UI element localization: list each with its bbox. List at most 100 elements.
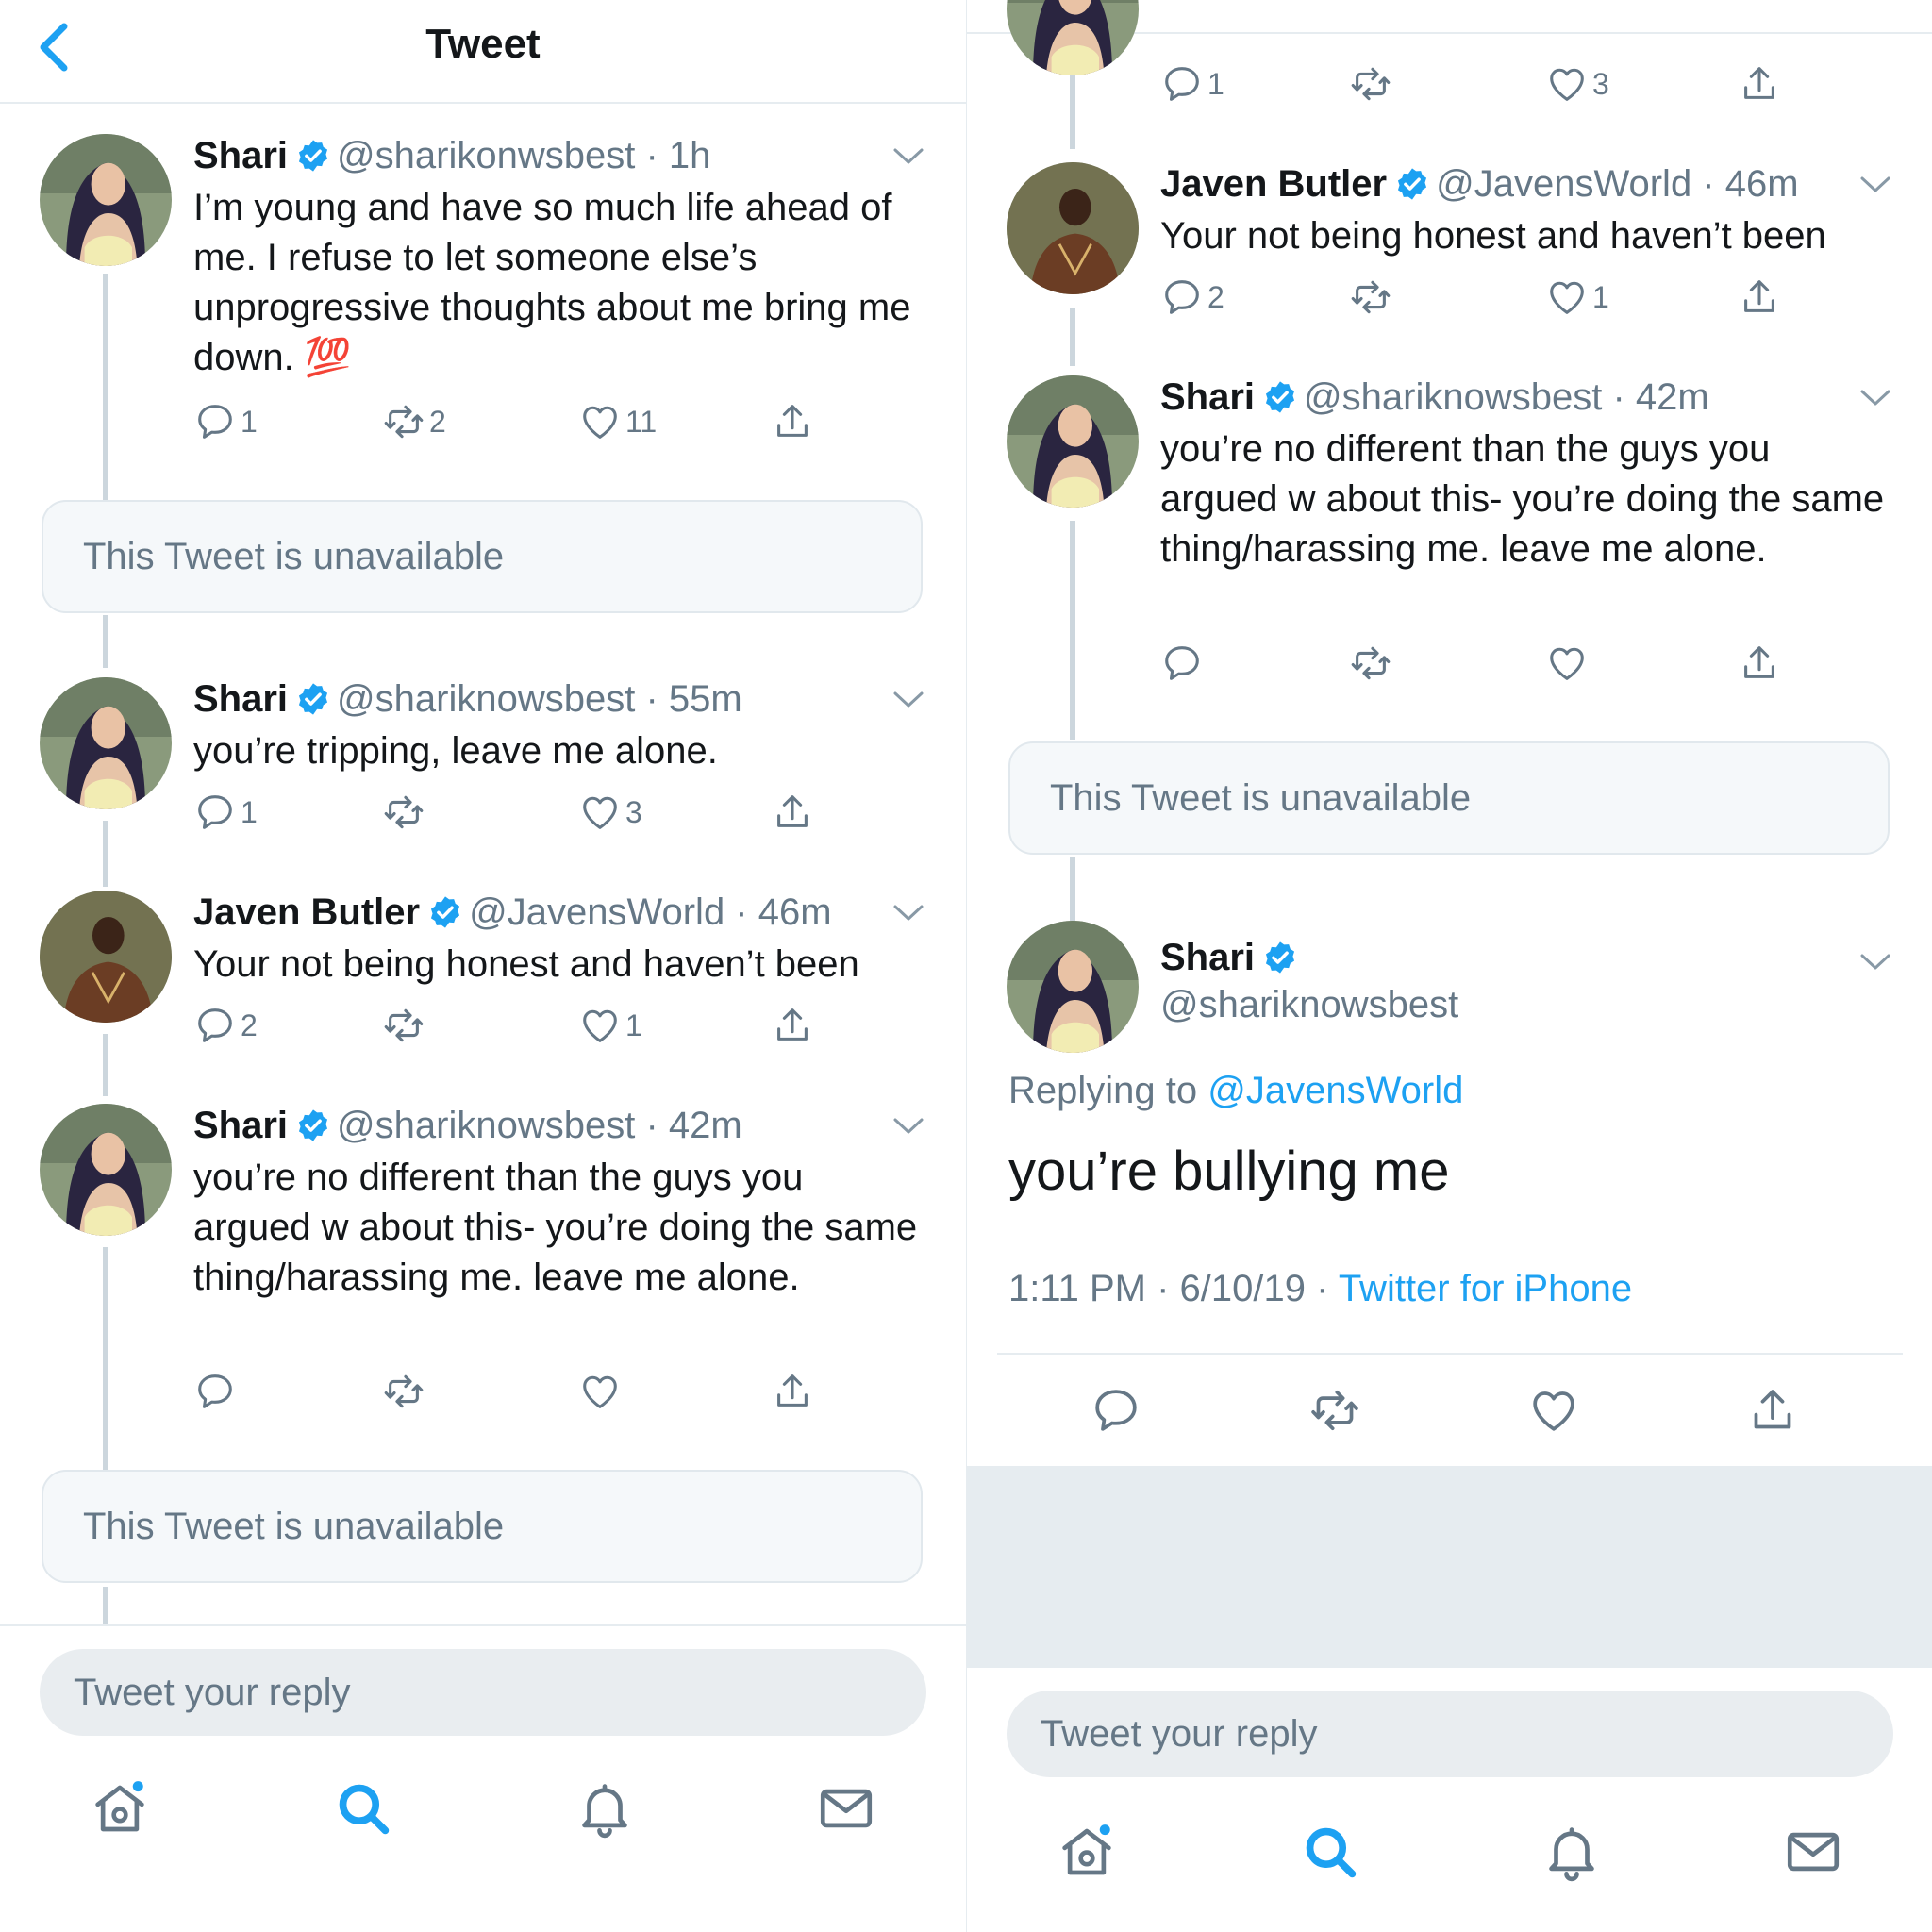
separator-dot: · (635, 1105, 669, 1146)
display-name[interactable]: Shari (1160, 376, 1255, 418)
like-icon (578, 791, 622, 834)
tweet-text: I’m young and have so much life ahead of… (193, 187, 911, 378)
share-button[interactable] (1738, 640, 1781, 687)
handle[interactable]: @JavensWorld (469, 891, 724, 933)
tweet[interactable]: Shari @shariknowsbest · 42m you’re no dif… (0, 1102, 966, 1423)
bottom-tab-bar (967, 1800, 1932, 1904)
share-button[interactable] (771, 1368, 814, 1415)
like-button[interactable] (1527, 1387, 1580, 1434)
avatar[interactable] (1007, 375, 1139, 508)
retweet-icon (382, 1004, 425, 1047)
tweet[interactable]: Shari @sharikonwsbest · 1h I’m young and … (0, 132, 966, 500)
like-button[interactable] (1545, 640, 1589, 687)
replying-to-link[interactable]: @JavensWorld (1208, 1070, 1463, 1111)
tweet-timestamp-row: 1:11 PM · 6/10/19 · Twitter for iPhone (1008, 1268, 1632, 1310)
reply-button[interactable]: 2 (1160, 274, 1224, 321)
like-button[interactable]: 11 (578, 398, 657, 445)
tweet-text: Your not being honest and haven’t been (193, 943, 859, 985)
handle[interactable]: @shariknowsbest (337, 678, 635, 720)
display-name[interactable]: Shari (193, 678, 288, 720)
tab-messages[interactable] (1761, 1800, 1865, 1904)
tweet[interactable]: Javen Butler @JavensWorld · 46m Your not … (0, 889, 966, 1068)
like-button[interactable]: 3 (1545, 60, 1609, 108)
avatar[interactable] (40, 1104, 172, 1236)
like-button[interactable] (578, 1368, 622, 1415)
share-button[interactable] (1738, 60, 1781, 108)
tab-messages[interactable] (794, 1757, 898, 1860)
reply-button[interactable] (193, 1368, 237, 1415)
retweet-button[interactable] (382, 789, 429, 836)
retweet-icon (382, 1370, 425, 1413)
retweet-button[interactable]: 2 (382, 398, 446, 445)
reply-icon (193, 1004, 237, 1047)
timestamp: 1h (668, 135, 711, 176)
handle[interactable]: @sharikonwsbest (337, 135, 635, 176)
share-icon (771, 791, 814, 834)
avatar[interactable] (1007, 0, 1139, 75)
like-button[interactable]: 1 (578, 1002, 642, 1049)
retweet-button[interactable] (382, 1368, 425, 1415)
tab-home[interactable] (68, 1757, 172, 1860)
reply-input[interactable] (1007, 1690, 1893, 1777)
reply-button[interactable]: 1 (1160, 60, 1224, 108)
display-name[interactable]: Shari (1160, 937, 1255, 978)
share-button[interactable] (771, 1002, 814, 1049)
reply-button[interactable]: 1 (193, 789, 258, 836)
share-button[interactable] (1738, 274, 1781, 321)
handle[interactable]: @shariknowsbest (1304, 376, 1602, 418)
reply-button[interactable]: 2 (193, 1002, 258, 1049)
reply-composer (0, 1624, 966, 1932)
source-link[interactable]: Twitter for iPhone (1339, 1268, 1632, 1309)
tweet-actions: 2 1 (193, 1002, 835, 1049)
tab-notifications[interactable] (553, 1757, 657, 1860)
retweet-button[interactable] (1349, 274, 1392, 321)
verified-badge-icon (1394, 166, 1430, 202)
search-icon (332, 1777, 394, 1840)
like-button[interactable]: 3 (578, 789, 642, 836)
display-name[interactable]: Shari (193, 135, 288, 176)
tweet-text: you’re no different than the guys you ar… (193, 1157, 918, 1298)
avatar[interactable] (1007, 921, 1139, 1053)
like-count: 1 (625, 1008, 642, 1042)
tab-notifications[interactable] (1520, 1800, 1624, 1904)
replying-to: Replying to @JavensWorld (1008, 1070, 1463, 1112)
tweet[interactable]: Shari @shariknowsbest · 55m you’re trippi… (0, 675, 966, 855)
chevron-down-icon[interactable] (1859, 953, 1891, 972)
reply-icon (193, 791, 237, 834)
share-button[interactable] (1746, 1387, 1799, 1434)
avatar[interactable] (40, 891, 172, 1023)
verified-badge-icon (427, 894, 463, 930)
tab-search[interactable] (311, 1757, 415, 1860)
share-button[interactable] (771, 789, 814, 836)
tweet[interactable]: Javen Butler @JavensWorld · 46m Your not … (967, 160, 1932, 340)
display-name[interactable]: Shari (193, 1105, 288, 1146)
handle[interactable]: @shariknowsbest (1160, 981, 1458, 1028)
share-button[interactable] (771, 398, 814, 445)
timestamp: 46m (758, 891, 832, 933)
reply-button[interactable] (1090, 1387, 1142, 1434)
like-button[interactable]: 1 (1545, 274, 1609, 321)
share-icon (771, 1004, 814, 1047)
avatar[interactable] (1007, 162, 1139, 294)
top-bar: Tweet (0, 0, 966, 104)
avatar[interactable] (40, 134, 172, 266)
thread-line (103, 1587, 108, 1626)
retweet-icon (1308, 1384, 1361, 1437)
tweet-header: Shari @sharikonwsbest · 1h (193, 132, 928, 179)
avatar[interactable] (40, 677, 172, 809)
retweet-button[interactable] (1349, 60, 1392, 108)
retweet-button[interactable] (382, 1002, 429, 1049)
display-name[interactable]: Javen Butler (193, 891, 420, 933)
tab-home[interactable] (1035, 1800, 1139, 1904)
tab-search[interactable] (1278, 1800, 1382, 1904)
tweet[interactable]: Shari @shariknowsbest · 42m you’re no dif… (967, 374, 1932, 694)
handle[interactable]: @shariknowsbest (337, 1105, 635, 1146)
handle[interactable]: @JavensWorld (1436, 163, 1691, 205)
retweet-button[interactable] (1308, 1387, 1361, 1434)
reply-input[interactable] (40, 1649, 926, 1736)
reply-button[interactable]: 1 (193, 398, 258, 445)
retweet-button[interactable] (1349, 640, 1392, 687)
reply-count: 1 (241, 404, 258, 439)
reply-button[interactable] (1160, 640, 1204, 687)
display-name[interactable]: Javen Butler (1160, 163, 1387, 205)
